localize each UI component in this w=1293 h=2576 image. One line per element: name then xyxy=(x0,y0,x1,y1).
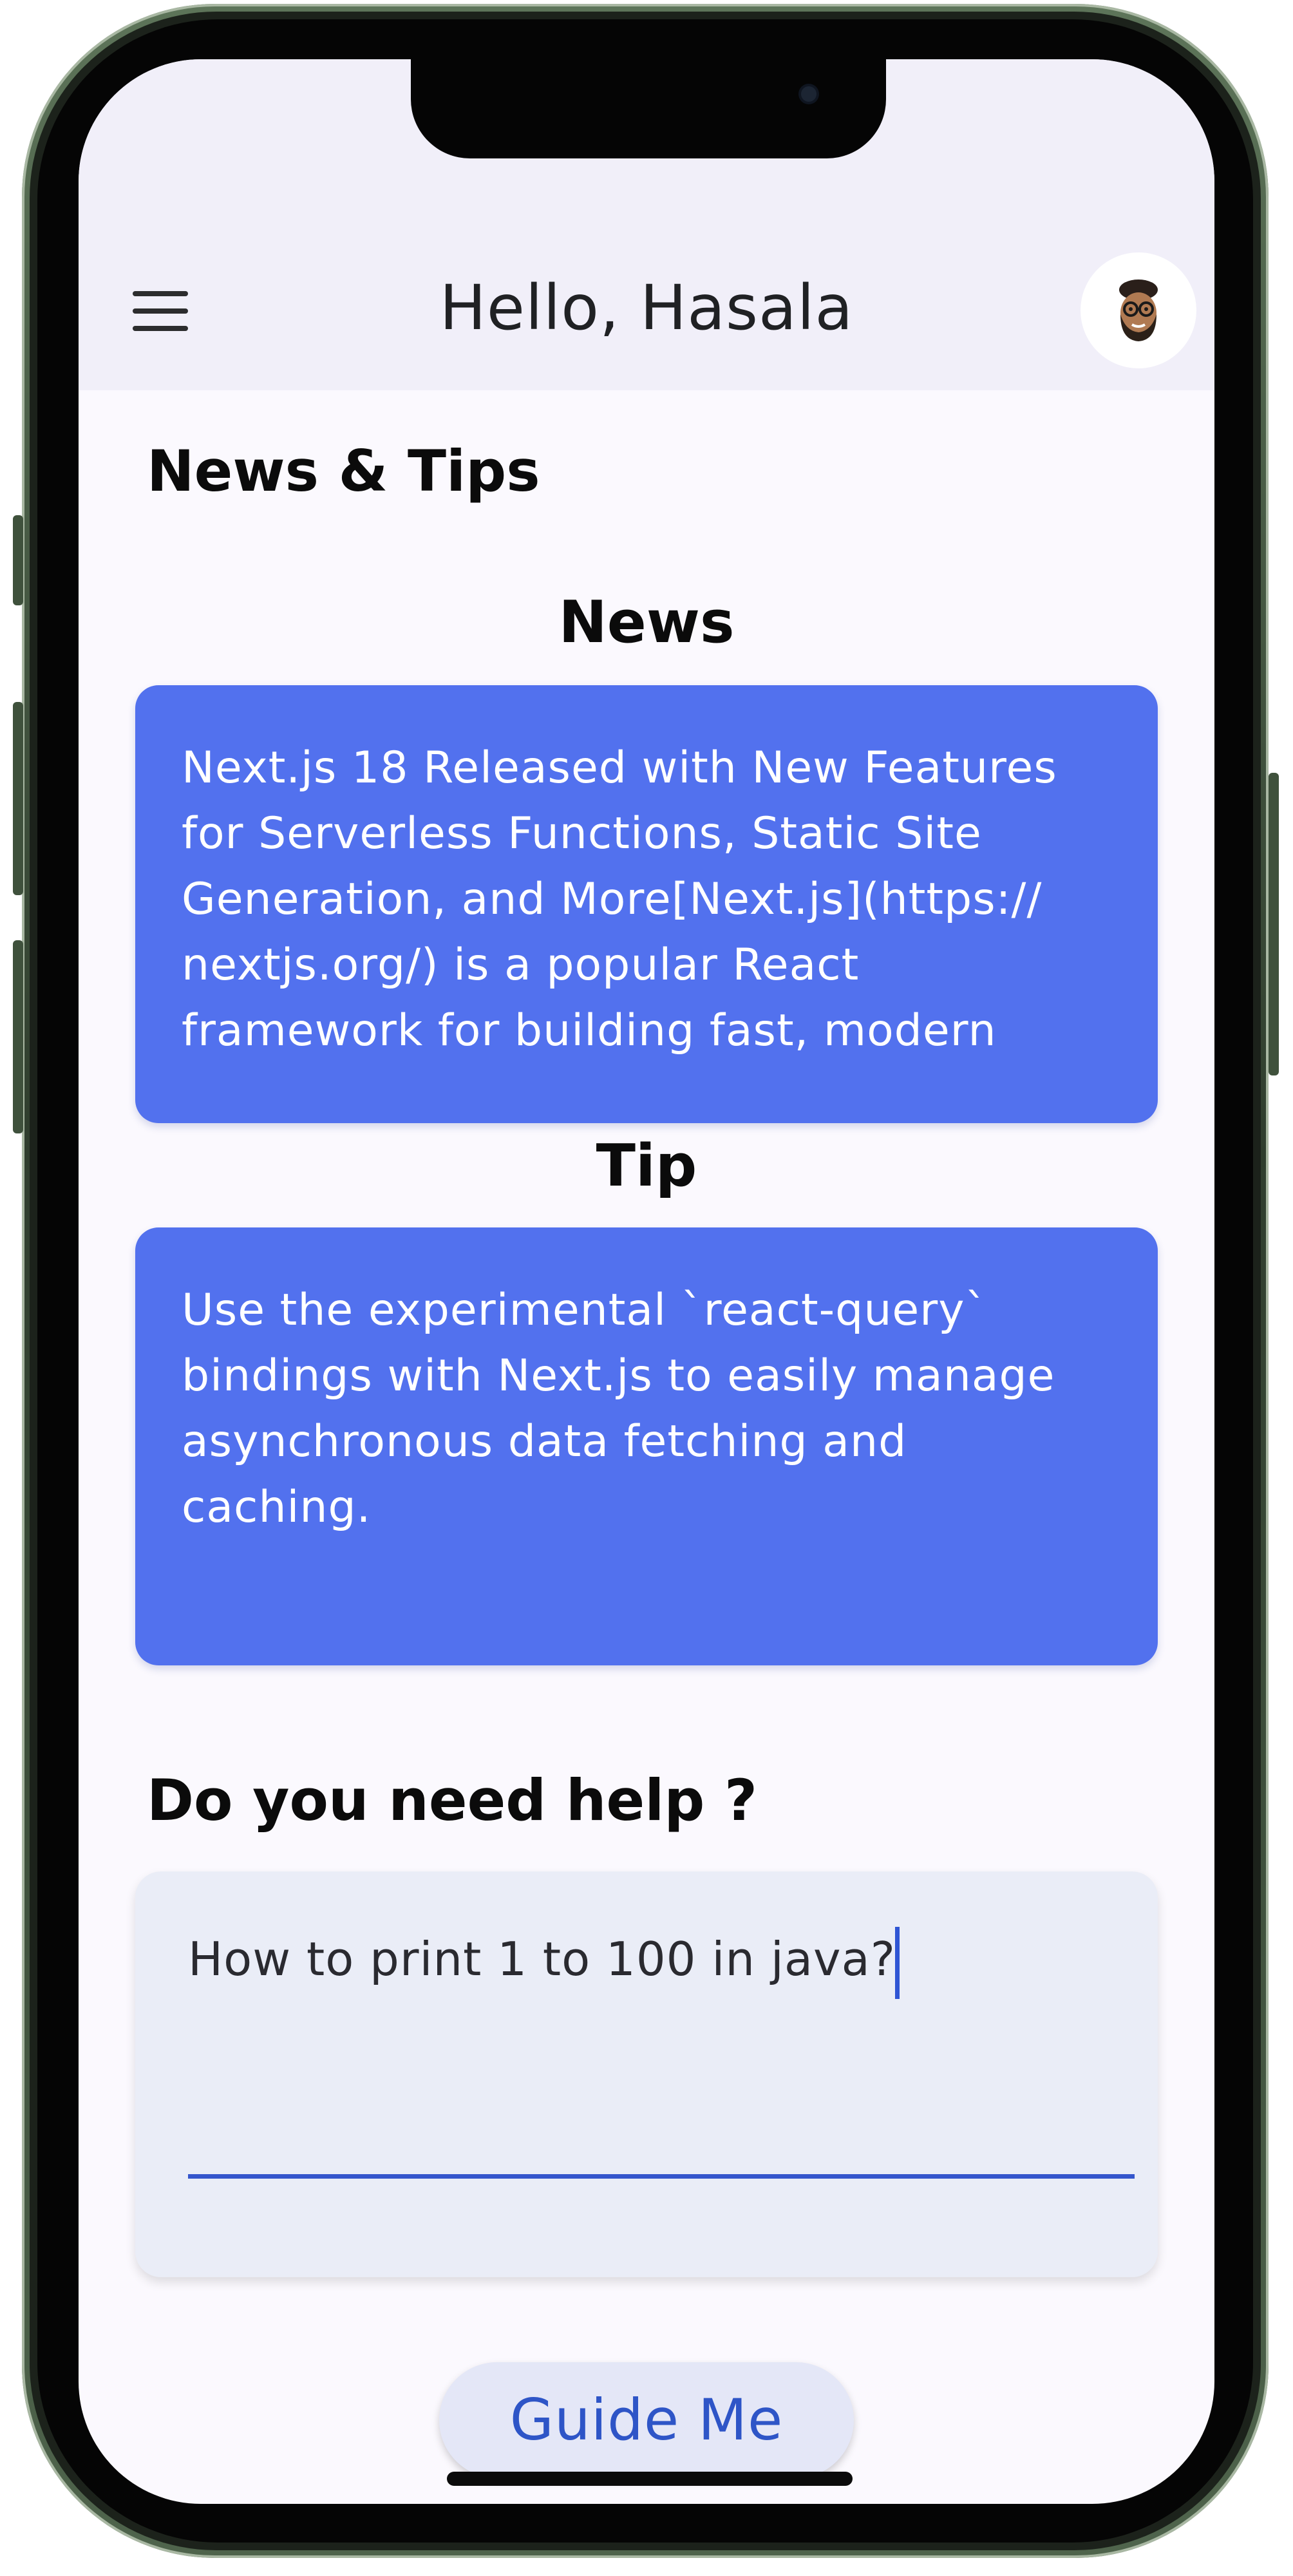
help-question-value[interactable]: How to print 1 to 100 in java? xyxy=(188,1932,896,1986)
help-heading: Do you need help ? xyxy=(147,1767,758,1833)
side-button-volume-down xyxy=(13,940,23,1133)
side-button-volume-up xyxy=(13,702,23,895)
side-button-mute xyxy=(13,515,23,605)
input-underline xyxy=(188,2174,1135,2179)
news-body: Next.js 18 Released with New Features fo… xyxy=(182,743,1057,1056)
guide-me-button[interactable]: Guide Me xyxy=(439,2362,854,2478)
news-heading: News xyxy=(558,589,735,656)
help-question-field[interactable]: How to print 1 to 100 in java? xyxy=(135,1871,1158,2277)
app-screen: Hello, Hasala News & Tips News Next.js 1… xyxy=(79,59,1214,2504)
profile-avatar[interactable] xyxy=(1081,252,1196,368)
tip-heading: Tip xyxy=(596,1132,697,1200)
app-bar: Hello, Hasala xyxy=(79,59,1214,390)
tip-body: Use the experimental `react-query` bindi… xyxy=(182,1285,1055,1533)
text-cursor xyxy=(895,1927,900,1999)
tip-card[interactable]: Use the experimental `react-query` bindi… xyxy=(135,1227,1158,1665)
news-card[interactable]: Next.js 18 Released with New Features fo… xyxy=(135,685,1158,1123)
home-indicator[interactable] xyxy=(447,2472,853,2486)
notch xyxy=(411,59,886,158)
front-camera xyxy=(801,86,816,102)
memoji-avatar-icon xyxy=(1119,279,1158,341)
page-title: News & Tips xyxy=(147,438,540,504)
side-button-power xyxy=(1269,773,1279,1075)
greeting-title: Hello, Hasala xyxy=(439,272,854,344)
